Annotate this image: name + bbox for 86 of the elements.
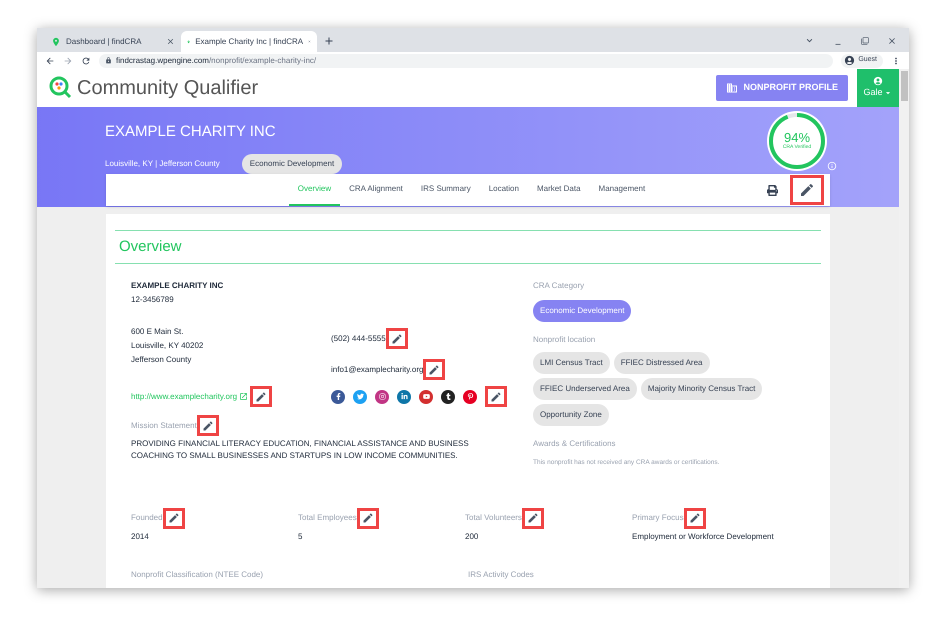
pencil-icon xyxy=(526,512,539,524)
email-address: info1@examplecharity.org xyxy=(331,364,424,376)
pencil-icon xyxy=(799,182,815,198)
field-label: Awards & Certifications xyxy=(533,438,617,450)
category-tag: Economic Development xyxy=(242,154,342,174)
app-title: Community Qualifier xyxy=(77,76,258,101)
close-icon[interactable] xyxy=(887,36,897,46)
section-tab[interactable]: Market Data xyxy=(528,174,590,206)
pencil-icon xyxy=(362,512,374,524)
organization-name: EXAMPLE CHARITY INC xyxy=(131,280,224,292)
user-icon xyxy=(844,55,856,66)
url-text: findcrastag.wpengine.com/nonprofit/example-charity-inc/ xyxy=(116,54,316,66)
field-label: Total Employees xyxy=(298,512,357,524)
field-label: Founded xyxy=(131,512,163,524)
tab-title: Dashboard | findCRA xyxy=(66,36,142,48)
pencil-icon xyxy=(428,364,440,376)
facebook-icon[interactable] xyxy=(331,390,345,404)
mission-statement: PROVIDING FINANCIAL LITERACY EDUCATION, FINANCIAL ASSISTANCE AND BUSINESS COACHING TO SMALL BUSINESSES AND STARTUPS IN LOW INCOME COMMUNITIES. xyxy=(131,438,470,462)
pencil-icon xyxy=(390,332,403,344)
address-line: Jefferson County xyxy=(131,354,192,366)
edit-button[interactable] xyxy=(386,328,408,349)
user-name: Gale xyxy=(863,86,882,100)
tumblr-icon[interactable] xyxy=(441,390,455,404)
pencil-icon xyxy=(688,512,701,524)
edit-button[interactable] xyxy=(485,386,507,407)
twitter-icon[interactable] xyxy=(353,390,367,404)
field-label: Primary Focus xyxy=(632,512,684,524)
section-tab[interactable]: IRS Summary xyxy=(412,174,480,206)
ein-number: 12-3456789 xyxy=(131,294,175,306)
address-line: Louisville, KY 40202 xyxy=(131,340,204,352)
nonprofit-title: EXAMPLE CHARITY INC xyxy=(105,122,277,142)
pencil-icon xyxy=(202,420,214,432)
location-tag: FFIEC Distressed Area xyxy=(614,352,710,374)
location-tag: FFIEC Underserved Area xyxy=(533,378,637,400)
restore-icon[interactable] xyxy=(861,36,869,44)
new-tab-icon[interactable] xyxy=(323,35,335,47)
edit-button[interactable] xyxy=(423,359,446,380)
address-bar[interactable]: findcrastag.wpengine.com/nonprofit/example-charity-inc/ xyxy=(99,54,834,68)
edit-button[interactable] xyxy=(250,386,272,407)
youtube-icon[interactable] xyxy=(419,390,433,404)
phone-number: (502) 444-5555 xyxy=(331,332,386,344)
close-icon[interactable] xyxy=(166,37,175,46)
linkedin-icon[interactable] xyxy=(397,390,411,404)
field-label: Total Volunteers xyxy=(465,512,522,524)
field-label: Nonprofit Classification (NTEE Code) xyxy=(131,568,264,581)
instagram-icon[interactable] xyxy=(375,390,389,404)
edit-button[interactable] xyxy=(684,508,706,529)
section-tab[interactable]: CRA Alignment xyxy=(340,174,412,206)
edit-button[interactable] xyxy=(196,415,219,436)
pencil-icon xyxy=(255,390,268,402)
field-value: 200 xyxy=(465,530,480,543)
app-logo-icon xyxy=(49,76,73,100)
location-tag: Majority Minority Census Tract xyxy=(640,378,762,400)
pencil-icon xyxy=(168,512,180,524)
edit-button[interactable] xyxy=(162,508,185,529)
pinterest-icon[interactable] xyxy=(463,390,477,404)
lock-icon xyxy=(105,57,112,64)
edit-button[interactable] xyxy=(790,175,824,205)
tab-title: Example Charity Inc | findCRA xyxy=(195,36,304,48)
score-value: 94% xyxy=(784,131,810,144)
field-label: IRS Activity Codes xyxy=(468,568,535,581)
field-label: Nonprofit location xyxy=(533,334,596,346)
section-heading: Overview xyxy=(119,238,182,255)
section-tab[interactable]: Management xyxy=(590,174,654,206)
map-pin-icon xyxy=(51,36,61,46)
address-line: 600 E Main St. xyxy=(131,326,184,338)
browser-tab[interactable]: Example Charity Inc | findCRA xyxy=(181,31,317,52)
refresh-icon[interactable] xyxy=(81,56,91,66)
edit-button[interactable] xyxy=(522,508,544,529)
field-label: CRA Category xyxy=(533,280,586,292)
field-value: 5 xyxy=(298,530,304,543)
building-icon xyxy=(726,82,738,94)
print-icon[interactable] xyxy=(767,184,778,196)
edit-button[interactable] xyxy=(356,508,379,529)
browser-tab[interactable]: Dashboard | findCRA xyxy=(45,31,181,52)
back-arrow-icon[interactable] xyxy=(45,56,55,66)
cra-category-tag: Economic Development xyxy=(533,300,632,322)
location-tag: Opportunity Zone xyxy=(533,404,609,426)
field-value: 2014 xyxy=(131,530,150,543)
location-text: Louisville, KY | Jefferson County xyxy=(105,158,220,170)
pencil-icon xyxy=(490,390,502,402)
section-tab[interactable]: Location xyxy=(480,174,528,206)
field-label: Mission Statement xyxy=(131,420,197,432)
user-icon xyxy=(873,76,883,86)
field-value: Employment or Workforce Development xyxy=(632,530,775,543)
location-tag: LMI Census Tract xyxy=(533,352,610,374)
